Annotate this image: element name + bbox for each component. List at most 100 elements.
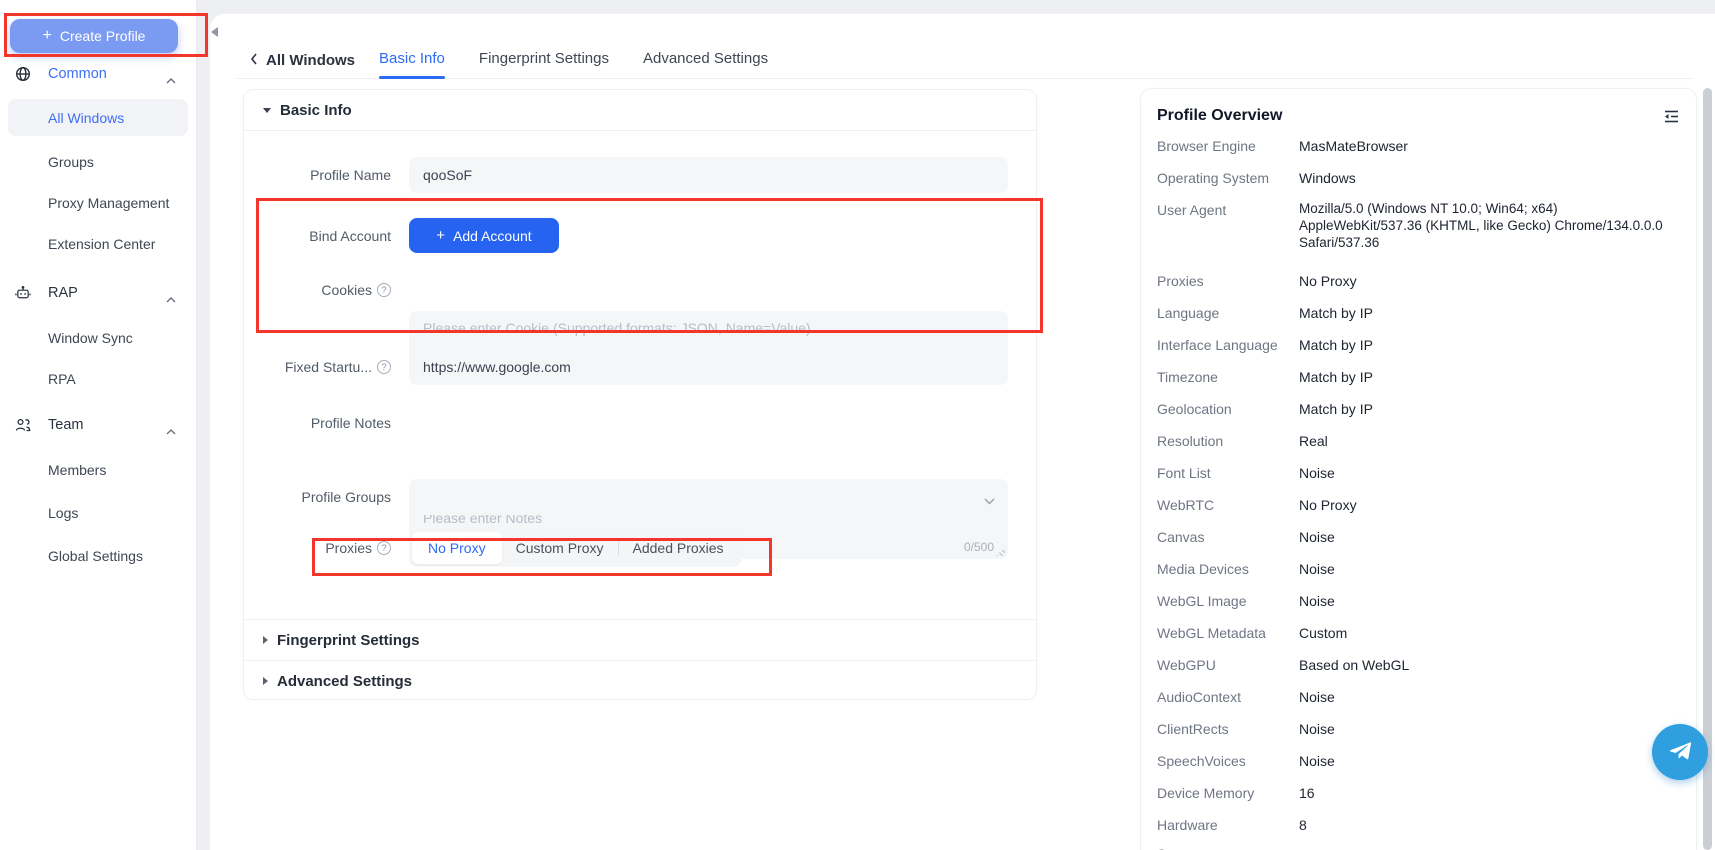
- overview-row-value: Mozilla/5.0 (Windows NT 10.0; Win64; x64…: [1299, 200, 1679, 260]
- basic-info-section-header[interactable]: Basic Info: [244, 90, 1036, 131]
- sidebar-item-window-sync[interactable]: Window Sync: [0, 318, 197, 358]
- help-icon[interactable]: ?: [377, 283, 391, 297]
- sidebar-collapse-icon[interactable]: [211, 27, 218, 37]
- overview-row-value: Noise: [1299, 719, 1335, 740]
- overview-row-value: Custom: [1299, 623, 1347, 644]
- telegram-button[interactable]: [1652, 724, 1708, 780]
- tab-advanced-settings[interactable]: Advanced Settings: [643, 42, 768, 78]
- overview-row-value: Noise: [1299, 687, 1335, 708]
- overview-row-value: No Proxy: [1299, 495, 1357, 516]
- sidebar-item-proxy-management[interactable]: Proxy Management: [0, 183, 197, 223]
- overview-row-label: Geolocation: [1157, 399, 1299, 420]
- overview-row-label: Proxies: [1157, 271, 1299, 292]
- sidebar-item-label: RPA: [48, 371, 76, 387]
- overview-row: Browser Engine MasMateBrowser: [1157, 136, 1680, 157]
- profile-name-input[interactable]: [409, 157, 1008, 193]
- overview-row: Resolution Real: [1157, 431, 1680, 452]
- profile-groups-select[interactable]: [409, 479, 1008, 515]
- overview-row-label: Font List: [1157, 463, 1299, 484]
- add-account-label: Add Account: [453, 228, 532, 244]
- sidebar-item-label: Window Sync: [48, 330, 133, 346]
- overview-row-value: Match by IP: [1299, 335, 1373, 356]
- fingerprint-settings-section-header[interactable]: Fingerprint Settings: [244, 619, 1036, 660]
- overview-row-label: Media Devices: [1157, 559, 1299, 580]
- overview-row: Proxies No Proxy: [1157, 271, 1680, 292]
- section-title: Basic Info: [280, 102, 352, 119]
- overview-row-label: Device Memory: [1157, 783, 1299, 804]
- caret-right-icon: [263, 677, 268, 685]
- advanced-settings-section-header[interactable]: Advanced Settings: [244, 660, 1036, 701]
- overview-rows: Browser Engine MasMateBrowser Operating …: [1157, 136, 1680, 850]
- sidebar-item-label: Global Settings: [48, 548, 143, 564]
- caret-right-icon: [263, 636, 268, 644]
- overview-row-label: ClientRects: [1157, 719, 1299, 740]
- overview-row-value: Noise: [1299, 559, 1335, 580]
- overview-row-label: User Agent: [1157, 200, 1299, 260]
- sidebar-section-rap[interactable]: RAP: [0, 273, 197, 313]
- add-account-button[interactable]: + Add Account: [409, 218, 559, 253]
- overview-row-label: Language: [1157, 303, 1299, 324]
- vertical-scrollbar[interactable]: [1703, 88, 1712, 850]
- chevron-up-icon[interactable]: [166, 422, 176, 438]
- sidebar-item-rpa[interactable]: RPA: [0, 359, 197, 399]
- main-content: All Windows Basic Info Fingerprint Setti…: [210, 14, 1715, 850]
- overview-row-value: Noise: [1299, 751, 1335, 772]
- bind-account-label: Bind Account: [254, 218, 391, 254]
- sidebar-item-label: Extension Center: [48, 236, 155, 252]
- segment-no-proxy[interactable]: No Proxy: [412, 532, 502, 564]
- overview-row-value: Real: [1299, 431, 1328, 452]
- team-icon: [15, 417, 31, 433]
- overview-row-label: WebGPU: [1157, 655, 1299, 676]
- sidebar-item-label: All Windows: [48, 110, 124, 126]
- overview-row-value: Match by IP: [1299, 399, 1373, 420]
- fixed-startup-label: Fixed Startu... ?: [254, 349, 391, 385]
- sidebar-item-logs[interactable]: Logs: [0, 493, 197, 533]
- back-button[interactable]: All Windows: [250, 52, 355, 69]
- help-icon[interactable]: ?: [377, 360, 391, 374]
- profile-groups-label: Profile Groups: [254, 479, 391, 515]
- sidebar-section-team[interactable]: Team: [0, 405, 197, 445]
- section-title: Fingerprint Settings: [277, 632, 420, 649]
- overview-row-label: SpeechVoices: [1157, 751, 1299, 772]
- sidebar-item-label: Logs: [48, 505, 78, 521]
- fixed-startup-input[interactable]: [409, 349, 1008, 385]
- basic-info-card: Basic Info Profile Name Bind Account + A…: [243, 89, 1037, 700]
- sidebar-item-groups[interactable]: Groups: [0, 142, 197, 182]
- overview-row: ClientRects Noise: [1157, 719, 1680, 740]
- back-chevron-icon: [250, 52, 258, 68]
- overview-row: Interface Language Match by IP: [1157, 335, 1680, 356]
- sidebar-item-global-settings[interactable]: Global Settings: [0, 536, 197, 576]
- segment-custom-proxy[interactable]: Custom Proxy: [502, 532, 618, 564]
- overview-row: WebGPU Based on WebGL: [1157, 655, 1680, 676]
- sidebar-section-common[interactable]: Common: [0, 54, 197, 94]
- plus-icon: +: [436, 227, 445, 244]
- overview-row: WebRTC No Proxy: [1157, 495, 1680, 516]
- overview-row-label: AudioContext: [1157, 687, 1299, 708]
- tab-fingerprint-settings[interactable]: Fingerprint Settings: [479, 42, 609, 78]
- overview-row-label: Hardware: [1157, 815, 1299, 836]
- profile-name-label: Profile Name: [254, 157, 391, 193]
- segment-added-proxies[interactable]: Added Proxies: [619, 532, 738, 564]
- overview-row: User Agent Mozilla/5.0 (Windows NT 10.0;…: [1157, 200, 1680, 260]
- panel-collapse-icon[interactable]: [1663, 109, 1680, 127]
- overview-row-value: Noise: [1299, 591, 1335, 612]
- sidebar-item-all-windows[interactable]: All Windows: [8, 99, 188, 136]
- sidebar-item-extension-center[interactable]: Extension Center: [0, 224, 197, 264]
- overview-row: Hardware 8: [1157, 815, 1680, 836]
- overview-row-value: Match by IP: [1299, 367, 1373, 388]
- overview-row-value: 8: [1299, 815, 1307, 836]
- help-icon[interactable]: ?: [377, 541, 391, 555]
- sidebar-section-label: RAP: [48, 285, 78, 301]
- overview-row-label: WebRTC: [1157, 495, 1299, 516]
- chevron-up-icon[interactable]: [166, 71, 176, 87]
- overview-row: WebGL Metadata Custom: [1157, 623, 1680, 644]
- back-label: All Windows: [266, 52, 355, 69]
- tab-basic-info[interactable]: Basic Info: [379, 42, 445, 78]
- overview-row: Canvas Noise: [1157, 527, 1680, 548]
- overview-row-label: Resolution: [1157, 431, 1299, 452]
- chevron-up-icon[interactable]: [166, 290, 176, 306]
- sidebar-item-members[interactable]: Members: [0, 450, 197, 490]
- create-profile-button[interactable]: + Create Profile: [10, 19, 178, 53]
- chevron-down-icon: [984, 492, 995, 508]
- overview-row-label: Browser Engine: [1157, 136, 1299, 157]
